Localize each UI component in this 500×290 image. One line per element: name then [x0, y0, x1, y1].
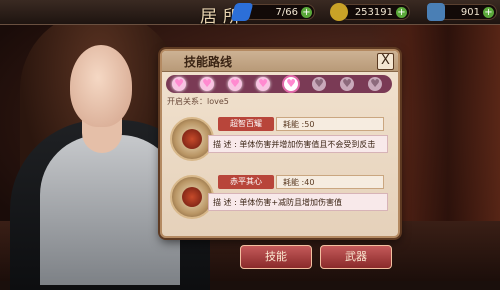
skill-card[interactable]: 赤平其心 耗能 :40 描 述 : 单体伤害+减防且增加伤害值	[168, 173, 390, 225]
locked-heart-icon[interactable]: ♥	[368, 77, 382, 91]
gold-coin-icon	[330, 3, 348, 21]
add-energy-button[interactable]: +	[301, 7, 312, 18]
add-gem-button[interactable]: +	[483, 7, 494, 18]
gem-counter: 901 +	[427, 3, 497, 21]
heart-icon[interactable]: ♥	[256, 77, 270, 91]
heart-icon[interactable]: ♥	[200, 77, 214, 91]
gem-value: 901	[460, 7, 480, 18]
energy-counter: 7/66 +	[230, 3, 315, 21]
dialog-title: 技能路线	[184, 55, 233, 69]
heart-icon[interactable]: ♥	[284, 77, 298, 91]
energy-icon	[230, 3, 254, 21]
weapon-button[interactable]: 武器	[320, 245, 392, 269]
skill-route-dialog: 技能路线 X ♥ ♥ ♥ ♥ ♥ ♥ ♥ ♥ 开启关系：love5 超智百耀 耗…	[160, 49, 400, 238]
skill-description: 描 述 : 单体伤害+减防且增加伤害值	[208, 193, 388, 211]
gold-counter: 253191 +	[330, 3, 410, 21]
skill-button[interactable]: 技能	[240, 245, 312, 269]
character-dress	[40, 135, 180, 285]
skill-energy-cost: 耗能 :50	[276, 117, 384, 131]
character-face	[70, 45, 132, 127]
skill-energy-cost: 耗能 :40	[276, 175, 384, 189]
dialog-header: 技能路线 X	[162, 51, 398, 72]
heart-icon[interactable]: ♥	[228, 77, 242, 91]
gem-icon	[427, 3, 445, 21]
affection-progress: ♥ ♥ ♥ ♥ ♥ ♥ ♥ ♥	[166, 75, 392, 93]
locked-heart-icon[interactable]: ♥	[312, 77, 326, 91]
gold-value: 253191	[354, 7, 393, 18]
skill-name: 赤平其心	[218, 175, 274, 189]
add-gold-button[interactable]: +	[396, 7, 407, 18]
unlock-relation-label: 开启关系：love5	[167, 97, 229, 106]
heart-icon[interactable]: ♥	[172, 77, 186, 91]
energy-value: 7/66	[275, 7, 298, 18]
skill-card[interactable]: 超智百耀 耗能 :50 描 述 : 单体伤害并增加伤害值且不会受到反击	[168, 115, 390, 167]
locked-heart-icon[interactable]: ♥	[340, 77, 354, 91]
skill-name: 超智百耀	[218, 117, 274, 131]
skill-description: 描 述 : 单体伤害并增加伤害值且不会受到反击	[208, 135, 388, 153]
close-button[interactable]: X	[377, 53, 394, 70]
top-bar: 居所 7/66 + 253191 + 901 +	[0, 0, 500, 27]
